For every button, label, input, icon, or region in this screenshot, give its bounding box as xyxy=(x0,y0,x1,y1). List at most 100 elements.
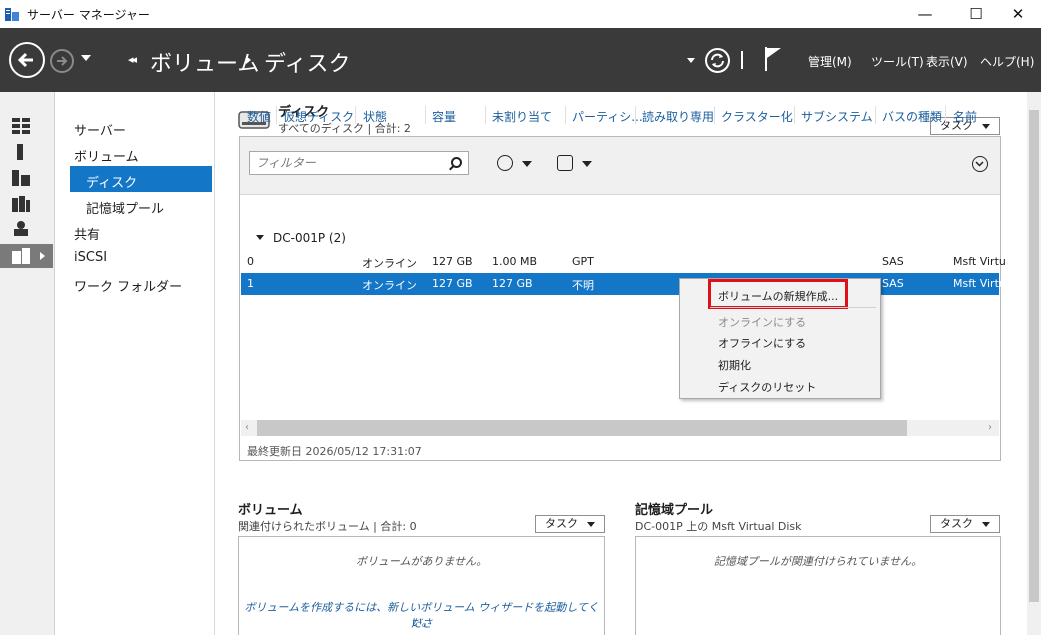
pools-title: 記憶域プール xyxy=(635,503,714,518)
notifications-flag-icon[interactable] xyxy=(764,46,782,72)
subnav-item-disks[interactable]: ディスク xyxy=(86,172,137,191)
cell-partition: GPT xyxy=(572,255,594,268)
horizontal-scroll-thumb[interactable] xyxy=(257,420,907,436)
breadcrumb-volumes[interactable]: ボリューム xyxy=(150,46,259,78)
volumes-empty-message: ボリュームがありません。 xyxy=(355,555,488,568)
horizontal-scrollbar[interactable]: ‹ › xyxy=(241,420,999,436)
column-number[interactable]: 数値 xyxy=(247,108,271,125)
volumes-task-label: タスク xyxy=(545,517,578,530)
ad-ds-icon[interactable] xyxy=(12,220,30,236)
column-status[interactable]: 状態 xyxy=(363,108,387,125)
column-subsystem[interactable]: サブシステム xyxy=(801,108,873,125)
dashboard-icon[interactable] xyxy=(12,118,30,134)
server-manager-icon xyxy=(5,7,19,21)
column-divider xyxy=(485,106,486,124)
file-storage-icon xyxy=(12,248,30,264)
file-services-group-icon[interactable] xyxy=(12,196,30,212)
subnav-item-servers[interactable]: サーバー xyxy=(74,120,126,139)
header-bar: ◂◂ ボリューム ディスク 管理(M) ツール(T) 表示(V) ヘルプ(H) xyxy=(0,28,1041,92)
volumes-title: ボリューム xyxy=(238,503,303,518)
local-server-icon[interactable] xyxy=(12,144,30,160)
menu-tools[interactable]: ツール(T) xyxy=(871,53,924,70)
cell-status: オンライン xyxy=(362,279,417,292)
cell-name: Msft Virtu xyxy=(953,277,1006,290)
subnav-item-work-folders[interactable]: ワーク フォルダー xyxy=(74,276,182,295)
context-menu: ボリュームの新規作成... オンラインにする オフラインにする 初期化 ディスク… xyxy=(679,278,881,399)
column-virtual-disk[interactable]: 仮想ディスク xyxy=(283,108,354,125)
list-options-icon[interactable] xyxy=(497,155,513,171)
volumes-hint-line-2[interactable]: い。 xyxy=(239,614,604,630)
minimize-button[interactable]: — xyxy=(902,0,948,28)
column-clustered[interactable]: クラスター化 xyxy=(721,108,793,125)
menu-help[interactable]: ヘルプ(H) xyxy=(980,53,1034,70)
cell-capacity: 127 GB xyxy=(432,255,473,268)
menu-item-reset-disk[interactable]: ディスクのリセット xyxy=(718,379,816,395)
back-button[interactable] xyxy=(9,42,45,78)
pools-empty-message: 記憶域プールが関連付けられていません。 xyxy=(713,555,923,568)
disks-toolbar: フィルター xyxy=(240,137,1000,195)
menu-view[interactable]: 表示(V) xyxy=(926,53,968,70)
table-row-selected[interactable]: 1 オンライン 127 GB 127 GB 不明 SAS Msft Virtu xyxy=(241,273,1006,295)
column-unallocated[interactable]: 未割り当て xyxy=(492,108,552,125)
scroll-right-icon[interactable]: › xyxy=(988,422,992,433)
cell-bus: SAS xyxy=(882,255,904,268)
menu-item-new-volume[interactable]: ボリュームの新規作成... xyxy=(718,288,838,304)
chevron-down-icon xyxy=(982,124,990,129)
group-collapse-icon[interactable] xyxy=(256,235,264,240)
history-dropdown-icon[interactable] xyxy=(81,55,91,61)
pools-panel xyxy=(635,536,1001,635)
cell-partition: 不明 xyxy=(572,279,594,292)
volumes-subtitle: 関連付けられたボリューム | 合計: 0 xyxy=(238,520,417,533)
column-divider xyxy=(714,106,715,124)
cell-unallocated: 127 GB xyxy=(492,277,533,290)
subnav-item-volumes[interactable]: ボリューム xyxy=(74,146,139,165)
menu-item-take-offline[interactable]: オフラインにする xyxy=(718,335,806,351)
header-divider xyxy=(741,51,743,69)
title-bar: サーバー マネージャー xyxy=(0,0,1041,28)
volumes-task-button[interactable]: タスク xyxy=(535,515,605,533)
column-name[interactable]: 名前 xyxy=(953,108,977,125)
collapse-panel-icon[interactable] xyxy=(972,156,988,172)
close-button[interactable]: ✕ xyxy=(995,0,1041,28)
column-divider xyxy=(276,106,277,124)
cell-bus: SAS xyxy=(882,277,904,290)
column-partition[interactable]: パーティシ... xyxy=(572,108,643,125)
column-capacity[interactable]: 容量 xyxy=(432,108,456,125)
pools-task-button[interactable]: タスク xyxy=(930,515,1000,533)
arrow-right-icon xyxy=(57,56,68,66)
search-icon[interactable] xyxy=(451,157,462,168)
table-row[interactable]: 0 オンライン 127 GB 1.00 MB GPT SAS Msft Virt… xyxy=(241,251,1006,273)
subnav-item-iscsi[interactable]: iSCSI xyxy=(74,250,107,265)
filter-input[interactable]: フィルター xyxy=(249,151,469,175)
breadcrumb-overflow-icon[interactable]: ◂◂ xyxy=(128,53,137,66)
scroll-left-icon[interactable]: ‹ xyxy=(245,422,249,433)
refresh-button[interactable] xyxy=(705,48,730,73)
all-servers-icon[interactable] xyxy=(12,170,30,186)
forward-button[interactable] xyxy=(50,49,74,73)
save-query-icon[interactable] xyxy=(557,155,573,171)
column-divider xyxy=(794,106,795,124)
subnav-item-shares[interactable]: 共有 xyxy=(74,224,100,243)
breadcrumb-dropdown-icon[interactable] xyxy=(687,58,695,63)
vertical-scrollbar[interactable] xyxy=(1027,92,1041,635)
save-query-dropdown-icon[interactable] xyxy=(582,161,592,167)
cell-unallocated: 1.00 MB xyxy=(492,255,538,268)
subnav-item-storage-pools[interactable]: 記憶域プール xyxy=(86,198,164,217)
menu-manage[interactable]: 管理(M) xyxy=(808,53,852,70)
column-divider xyxy=(425,106,426,124)
menu-item-bring-online: オンラインにする xyxy=(718,316,807,329)
column-divider xyxy=(945,106,946,124)
column-bus-type[interactable]: バスの種類 xyxy=(882,108,942,125)
menu-item-initialize[interactable]: 初期化 xyxy=(718,357,751,373)
column-read-only[interactable]: 読み取り専用 xyxy=(642,108,714,125)
vertical-scroll-thumb[interactable] xyxy=(1029,110,1039,602)
cell-number: 1 xyxy=(247,277,254,290)
window-title: サーバー マネージャー xyxy=(27,7,150,22)
group-header[interactable]: DC-001P (2) xyxy=(273,231,346,245)
cell-number: 0 xyxy=(247,255,254,268)
list-options-dropdown-icon[interactable] xyxy=(522,161,532,167)
maximize-button[interactable]: ☐ xyxy=(953,0,999,28)
menu-separator xyxy=(710,307,876,308)
column-divider xyxy=(875,106,876,124)
sub-navigation: サーバー ボリューム ディスク 記憶域プール 共有 iSCSI ワーク フォルダ… xyxy=(56,92,215,635)
